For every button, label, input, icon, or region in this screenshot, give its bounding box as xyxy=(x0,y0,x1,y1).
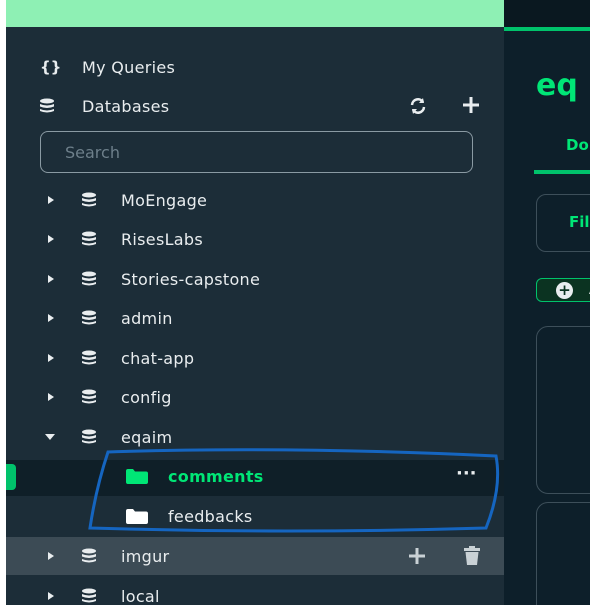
search-input[interactable] xyxy=(41,132,472,172)
db-item-eqaim[interactable]: eqaim xyxy=(6,424,504,450)
my-queries-item[interactable]: {} My Queries xyxy=(6,55,504,79)
collection-label-feedbacks: feedbacks xyxy=(168,506,253,526)
db-item-config[interactable]: config xyxy=(6,384,504,410)
top-strip xyxy=(6,0,504,27)
database-icon xyxy=(81,271,97,286)
databases-label: Databases xyxy=(82,96,170,116)
db-item-imgur[interactable]: imgur xyxy=(6,543,504,569)
add-database-icon[interactable] xyxy=(462,96,480,118)
databases-header[interactable]: Databases xyxy=(6,93,504,119)
db-item-moengage[interactable]: MoEngage xyxy=(6,187,504,213)
collection-label-comments: comments xyxy=(168,466,264,486)
filter-box[interactable]: Fil xyxy=(536,194,594,252)
database-icon xyxy=(81,192,97,207)
expand-arrow-icon[interactable] xyxy=(48,235,54,243)
collection-comments[interactable]: comments ··· xyxy=(6,463,504,489)
more-options-icon[interactable]: ··· xyxy=(456,463,477,484)
expand-arrow-icon[interactable] xyxy=(48,275,54,283)
add-data-button[interactable]: + A xyxy=(536,278,594,302)
expand-arrow-icon[interactable] xyxy=(48,196,54,204)
tab-label: Do xyxy=(566,136,589,154)
main-pane: eq Do Fil + A xyxy=(504,0,594,605)
my-queries-label: My Queries xyxy=(82,57,176,77)
db-item-riseslabs[interactable]: RisesLabs xyxy=(6,226,504,252)
page-title: eq xyxy=(536,68,578,103)
database-icon xyxy=(81,310,97,325)
expand-arrow-icon[interactable] xyxy=(48,592,54,600)
database-icon xyxy=(81,231,97,246)
document-card xyxy=(536,502,594,605)
collapse-arrow-icon[interactable] xyxy=(45,434,55,440)
database-icon xyxy=(81,588,97,603)
tab-documents[interactable]: Do xyxy=(534,130,594,174)
plus-circle-icon: + xyxy=(556,282,573,299)
db-item-label: local xyxy=(121,586,160,605)
db-item-label: config xyxy=(121,387,172,407)
document-card xyxy=(536,326,594,494)
main-topbar xyxy=(504,0,594,27)
db-item-label: RisesLabs xyxy=(121,229,203,249)
expand-arrow-icon[interactable] xyxy=(48,314,54,322)
braces-icon: {} xyxy=(40,58,62,76)
db-item-stories-capstone[interactable]: Stories-capstone xyxy=(6,266,504,292)
database-icon xyxy=(81,548,97,563)
db-item-local[interactable]: local xyxy=(6,583,504,605)
trash-icon[interactable] xyxy=(463,546,481,570)
database-icon xyxy=(81,350,97,365)
expand-arrow-icon[interactable] xyxy=(48,393,54,401)
db-item-label: admin xyxy=(121,308,173,328)
database-icon xyxy=(39,98,55,113)
expand-arrow-icon[interactable] xyxy=(48,552,54,560)
folder-icon xyxy=(126,469,148,488)
collection-feedbacks[interactable]: feedbacks xyxy=(6,503,504,529)
expand-arrow-icon[interactable] xyxy=(48,354,54,362)
refresh-icon[interactable] xyxy=(408,96,428,120)
tab-underline xyxy=(534,170,594,174)
folder-icon xyxy=(126,509,148,528)
db-item-label: Stories-capstone xyxy=(121,269,261,289)
db-item-label: eqaim xyxy=(121,427,173,447)
search-box[interactable] xyxy=(40,131,473,173)
add-collection-icon[interactable] xyxy=(408,547,426,569)
db-item-admin[interactable]: admin xyxy=(6,305,504,331)
main-accent-line xyxy=(504,27,594,31)
db-item-label: chat-app xyxy=(121,348,195,368)
db-item-chat-app[interactable]: chat-app xyxy=(6,345,504,371)
database-icon xyxy=(81,389,97,404)
database-icon xyxy=(81,429,97,444)
db-item-label: MoEngage xyxy=(121,190,208,210)
db-item-label: imgur xyxy=(121,546,170,566)
right-border xyxy=(590,0,594,605)
sidebar: {} My Queries Databases MoEngage RisesLa… xyxy=(6,27,504,605)
filter-label: Fil xyxy=(569,213,590,231)
